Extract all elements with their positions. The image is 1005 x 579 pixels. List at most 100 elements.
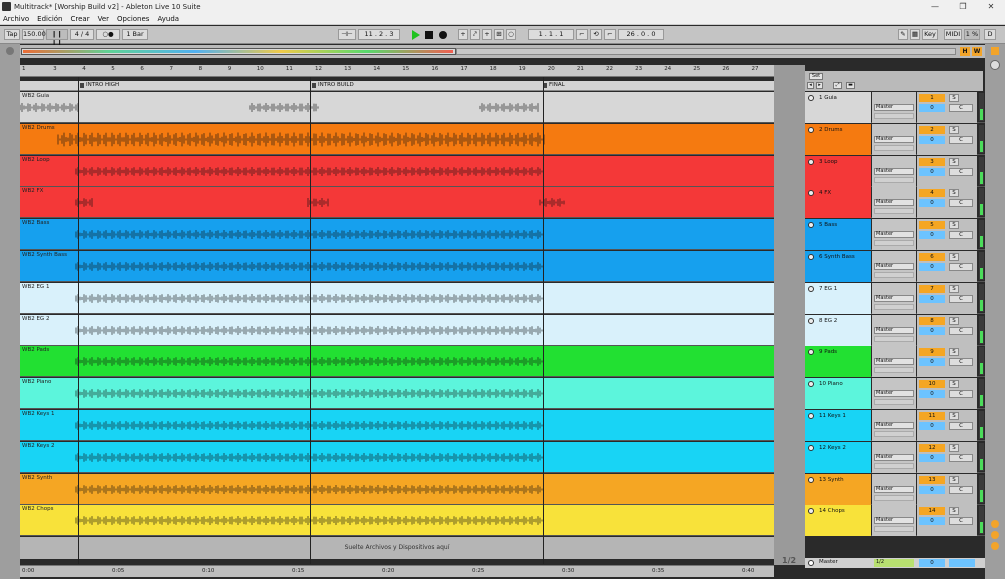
output-channel-select[interactable] [874, 176, 914, 183]
arrangement-track[interactable]: WB2 EG 2 [20, 314, 774, 346]
track-fold-icon[interactable] [808, 508, 814, 515]
set-button[interactable]: Set [809, 73, 823, 80]
output-select[interactable]: Master [874, 167, 914, 175]
overview-remaining[interactable] [456, 48, 956, 55]
track-activator[interactable]: 14 [919, 507, 945, 516]
crossfade-button[interactable]: C [949, 422, 973, 430]
track-fold-icon[interactable] [808, 476, 814, 483]
output-select[interactable]: Master [874, 485, 914, 493]
computer-midi-icon[interactable]: ▦ [910, 29, 920, 40]
track-volume[interactable]: 0 [919, 263, 945, 271]
output-select[interactable]: Master [874, 263, 914, 270]
track-activator[interactable]: 12 [919, 443, 945, 452]
session-record-icon[interactable]: + [482, 29, 492, 40]
track-header[interactable]: 3 Loop [805, 155, 871, 187]
crossfade-button[interactable]: C [949, 167, 973, 176]
track-fold-icon[interactable] [808, 254, 814, 260]
solo-button[interactable]: S [949, 443, 959, 452]
device-view-icon[interactable] [991, 542, 999, 550]
output-select[interactable]: Master [874, 294, 914, 302]
track-volume[interactable]: 0 [919, 358, 945, 367]
arrangement-track[interactable]: WB2 Synth Bass [20, 251, 774, 282]
track-header[interactable]: 1 Guia [805, 92, 871, 123]
play-icon[interactable] [412, 30, 420, 40]
crossfade-button[interactable]: C [949, 263, 973, 271]
forward-icon[interactable]: ▸ [816, 82, 823, 89]
crossfade-button[interactable]: C [949, 135, 973, 144]
master-track[interactable]: Master 1/2 0 [805, 558, 1005, 568]
track-activator[interactable]: 3 [919, 157, 945, 166]
track-volume[interactable]: 0 [919, 326, 945, 335]
output-select[interactable]: Master [874, 517, 914, 525]
loop-length-field[interactable]: 26 . 0 . 0 [618, 29, 664, 40]
crossfade-button[interactable]: C [949, 390, 973, 399]
track-header[interactable]: 5 Bass [805, 219, 871, 251]
output-channel-select[interactable] [874, 303, 914, 310]
minimize-button[interactable]: — [921, 2, 949, 11]
follow-icon[interactable]: ⊣⊢ [338, 29, 356, 40]
track-fold-icon[interactable] [808, 413, 814, 419]
output-channel-select[interactable] [874, 240, 914, 247]
output-select[interactable]: Master [874, 326, 914, 334]
h-button[interactable]: H [960, 47, 970, 56]
solo-button[interactable]: S [949, 380, 959, 389]
output-select[interactable]: Master [874, 453, 914, 461]
crossfade-button[interactable]: C [949, 358, 973, 367]
locator-bar[interactable]: INTRO HIGH INTRO BUILD FINAL [20, 81, 774, 91]
output-channel-select[interactable] [874, 494, 914, 501]
arrangement-track[interactable]: WB2 Drums [20, 123, 774, 155]
master-output-select[interactable]: 1/2 [874, 559, 914, 567]
close-button[interactable]: ✕ [977, 2, 1005, 11]
arrangement-track[interactable]: WB2 EG 1 [20, 282, 774, 314]
track-fold-icon[interactable] [808, 95, 814, 101]
track-header[interactable]: 4 FX [805, 187, 871, 219]
track-fold-icon[interactable] [808, 158, 814, 165]
track-fold-icon[interactable] [808, 126, 814, 133]
draw-mode-icon[interactable]: ✎ [898, 29, 908, 40]
output-select[interactable]: Master [874, 358, 914, 366]
track-volume[interactable]: 0 [919, 485, 945, 494]
output-channel-select[interactable] [874, 144, 914, 151]
output-channel-select[interactable] [874, 526, 914, 533]
locator-marker[interactable]: INTRO HIGH [80, 82, 119, 88]
track-header[interactable]: 10 Piano [805, 378, 871, 410]
info-toggle-icon[interactable] [991, 47, 999, 55]
track-header[interactable]: 13 Synth [805, 473, 871, 505]
track-header[interactable]: 7 EG 1 [805, 282, 871, 314]
output-channel-select[interactable] [874, 335, 914, 342]
track-fold-icon[interactable] [808, 444, 814, 451]
track-header[interactable]: 9 Pads [805, 346, 871, 378]
track-volume[interactable]: 0 [919, 199, 945, 208]
arrangement-track[interactable]: WB2 Chops [20, 505, 774, 537]
back-icon[interactable]: ◂ [807, 82, 814, 89]
output-select[interactable]: Master [874, 390, 914, 398]
track-volume[interactable]: 0 [919, 390, 945, 399]
loop-icon[interactable]: ○ [506, 29, 516, 40]
track-activator[interactable]: 11 [919, 412, 945, 420]
track-header[interactable]: 6 Synth Bass [805, 251, 871, 282]
folder-icon[interactable]: ▬ [846, 82, 855, 89]
maximize-button[interactable]: ❐ [949, 2, 977, 11]
output-select[interactable]: Master [874, 199, 914, 207]
metronome-button[interactable]: ○● [96, 29, 120, 40]
track-activator[interactable]: 2 [919, 125, 945, 134]
output-channel-select[interactable] [874, 367, 914, 374]
output-channel-select[interactable] [874, 399, 914, 406]
track-fold-icon[interactable] [808, 285, 814, 292]
position-field[interactable]: 11 . 2 . 3 [358, 29, 400, 40]
crossfade-button[interactable]: C [949, 231, 973, 240]
crossfade-button[interactable]: C [949, 485, 973, 494]
track-volume[interactable]: 0 [919, 104, 945, 112]
solo-button[interactable]: S [949, 316, 959, 325]
tempo-field[interactable]: 150.00 [22, 29, 46, 40]
track-volume[interactable]: 0 [919, 167, 945, 176]
output-select[interactable]: Master [874, 422, 914, 429]
track-activator[interactable]: 13 [919, 475, 945, 484]
crossfade-button[interactable]: C [949, 104, 973, 112]
track-activator[interactable]: 9 [919, 348, 945, 357]
track-activator[interactable]: 8 [919, 316, 945, 325]
tap-button[interactable]: Tap [4, 29, 20, 40]
view-indicator-icon[interactable] [991, 520, 999, 528]
output-select[interactable]: Master [874, 135, 914, 143]
crossfade-button[interactable]: C [949, 453, 973, 462]
